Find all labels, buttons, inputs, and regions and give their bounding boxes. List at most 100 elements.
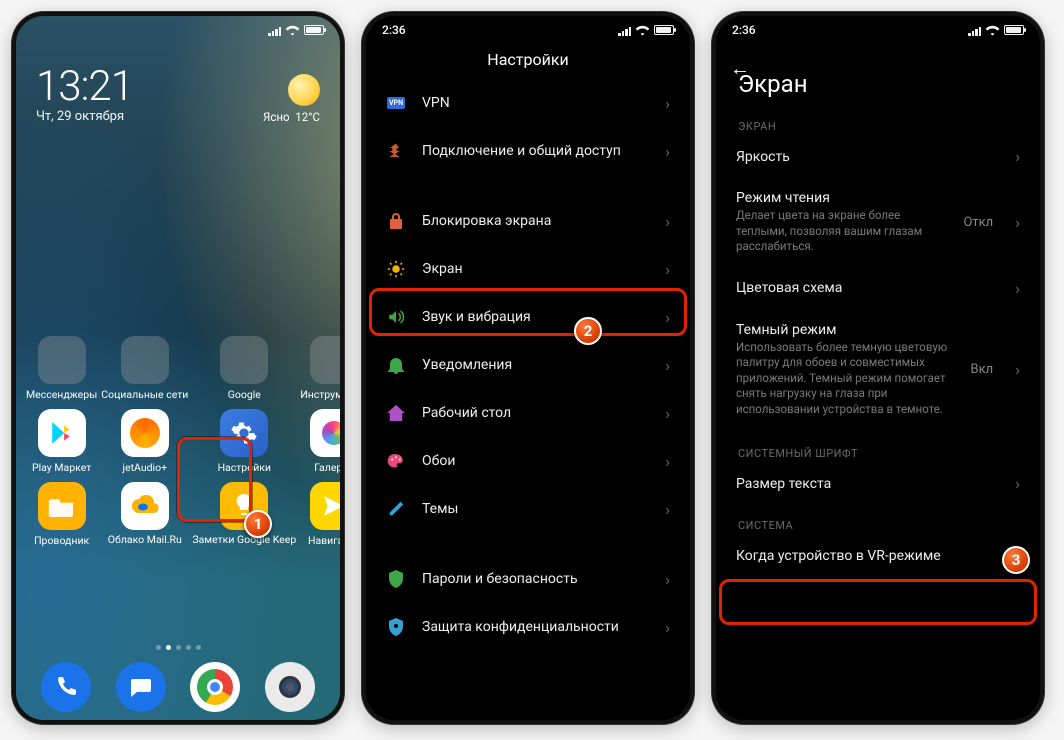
chevron-right-icon: › bbox=[1015, 279, 1020, 298]
dock bbox=[16, 662, 340, 712]
row-label: Размер текста bbox=[736, 476, 999, 492]
clock-date: Чт, 29 октября bbox=[36, 109, 133, 124]
settings-row-display[interactable]: Экран › bbox=[366, 245, 690, 293]
settings-row-vpn[interactable]: VPN VPN › bbox=[366, 79, 690, 127]
row-value: Вкл bbox=[971, 362, 994, 377]
row-label: Темы bbox=[422, 501, 649, 517]
wallpaper-icon bbox=[386, 451, 406, 471]
app-cloud-mailru[interactable]: Облако Mail.Ru bbox=[101, 482, 188, 547]
section-header: СИСТЕМНЫЙ ШРИФТ bbox=[716, 431, 1040, 464]
app-navigator[interactable]: Навигатор bbox=[300, 482, 344, 547]
row-color-scheme[interactable]: Цветовая схема › bbox=[716, 269, 1040, 308]
status-icons bbox=[268, 24, 324, 36]
row-label: Блокировка экрана bbox=[422, 213, 649, 229]
row-subtitle: Делает цвета на экране более теплыми, по… bbox=[736, 208, 947, 255]
settings-row-themes[interactable]: Темы › bbox=[366, 485, 690, 533]
status-bar bbox=[16, 16, 340, 42]
share-icon bbox=[386, 141, 406, 161]
annotation-outline-3 bbox=[719, 579, 1037, 625]
status-icons bbox=[618, 24, 674, 36]
chevron-right-icon: › bbox=[665, 94, 670, 113]
settings-row-notif[interactable]: Уведомления › bbox=[366, 341, 690, 389]
notification-icon bbox=[386, 355, 406, 375]
chevron-right-icon: › bbox=[665, 618, 670, 637]
row-label: Защита конфиденциальности bbox=[422, 619, 649, 635]
weather-sun-icon bbox=[288, 74, 320, 106]
vpn-icon: VPN bbox=[386, 93, 406, 113]
settings-row-share[interactable]: Подключение и общий доступ › bbox=[366, 127, 690, 175]
row-label: Темный режим bbox=[736, 322, 955, 338]
folder-messengers[interactable]: Мессенджеры bbox=[26, 336, 97, 401]
row-value: Откл bbox=[963, 215, 993, 230]
app-label: Инструменты bbox=[300, 388, 344, 401]
chevron-right-icon: › bbox=[1015, 474, 1020, 493]
folder-tools[interactable]: Инструменты bbox=[300, 336, 344, 401]
settings-row-privacy[interactable]: Защита конфиденциальности › bbox=[366, 603, 690, 651]
app-label: jetAudio+ bbox=[123, 461, 168, 474]
annotation-outline-2 bbox=[369, 288, 687, 336]
battery-icon bbox=[1004, 25, 1024, 35]
row-reading-mode[interactable]: Режим чтения Делает цвета на экране боле… bbox=[716, 176, 1040, 269]
row-vr-mode[interactable]: Когда устройство в VR-режиме › bbox=[716, 536, 1040, 575]
privacy-icon bbox=[386, 617, 406, 637]
back-button[interactable]: ← bbox=[730, 56, 750, 81]
row-label: VPN bbox=[422, 95, 649, 111]
page-indicator bbox=[16, 645, 340, 650]
folder-social[interactable]: Социальные сети bbox=[101, 336, 188, 401]
chevron-right-icon: › bbox=[665, 356, 670, 375]
row-text-size[interactable]: Размер текста › bbox=[716, 464, 1040, 503]
dock-messages[interactable] bbox=[116, 662, 166, 712]
settings-row-desktop[interactable]: Рабочий стол › bbox=[366, 389, 690, 437]
wifi-icon bbox=[285, 24, 300, 36]
settings-row-security[interactable]: Пароли и безопасность › bbox=[366, 555, 690, 603]
annotation-callout-1: 1 bbox=[244, 510, 272, 538]
dock-camera[interactable] bbox=[265, 662, 315, 712]
app-play-market[interactable]: Play Маркет bbox=[26, 409, 97, 474]
row-label: Пароли и безопасность bbox=[422, 571, 649, 587]
dock-phone[interactable] bbox=[41, 662, 91, 712]
page-title: Экран bbox=[716, 58, 1040, 104]
annotation-callout-2: 2 bbox=[574, 317, 602, 345]
app-explorer[interactable]: Проводник bbox=[26, 482, 97, 547]
phone-home: 13:21 Чт, 29 октября Ясно 12°C Мессендже… bbox=[12, 12, 344, 724]
app-jetaudio[interactable]: jetAudio+ bbox=[101, 409, 188, 474]
battery-icon bbox=[304, 25, 324, 35]
weather-widget[interactable]: Ясно 12°C bbox=[263, 74, 320, 124]
cell-signal-icon bbox=[968, 25, 981, 36]
settings-row-wallpaper[interactable]: Обои › bbox=[366, 437, 690, 485]
weather-temp: 12°C bbox=[295, 110, 320, 124]
battery-icon bbox=[654, 25, 674, 35]
clock-widget[interactable]: 13:21 Чт, 29 октября bbox=[36, 62, 133, 124]
row-brightness[interactable]: Яркость › bbox=[716, 137, 1040, 176]
chevron-right-icon: › bbox=[665, 142, 670, 161]
settings-row-lock[interactable]: Блокировка экрана › bbox=[366, 197, 690, 245]
row-dark-mode[interactable]: Темный режим Использовать более темную ц… bbox=[716, 308, 1040, 432]
dock-chrome[interactable] bbox=[190, 662, 240, 712]
status-bar: 2:36 bbox=[366, 16, 690, 42]
app-label: Социальные сети bbox=[101, 388, 188, 401]
cell-signal-icon bbox=[268, 25, 281, 36]
chevron-right-icon: › bbox=[665, 260, 670, 279]
chevron-right-icon: › bbox=[665, 404, 670, 423]
annotation-callout-3: 3 bbox=[1002, 546, 1030, 574]
annotation-outline-1 bbox=[177, 437, 252, 522]
lock-icon bbox=[386, 211, 406, 231]
chevron-right-icon: › bbox=[665, 570, 670, 589]
status-time: 2:36 bbox=[732, 23, 756, 37]
status-icons bbox=[968, 24, 1024, 36]
row-label: Экран bbox=[422, 261, 649, 277]
app-label: Play Маркет bbox=[32, 461, 91, 474]
app-gallery[interactable]: Галерея bbox=[300, 409, 344, 474]
phone-settings-list: 2:36 Настройки VPN VPN › Подключение и о… bbox=[362, 12, 694, 724]
settings-list: VPN VPN › Подключение и общий доступ › Б… bbox=[366, 79, 690, 651]
status-time: 2:36 bbox=[382, 23, 406, 37]
app-label: Навигатор bbox=[308, 534, 344, 547]
app-label: Проводник bbox=[34, 534, 89, 547]
row-label: Цветовая схема bbox=[736, 280, 999, 296]
folder-google[interactable]: Google bbox=[192, 336, 296, 401]
row-label: Уведомления bbox=[422, 357, 649, 373]
chevron-right-icon: › bbox=[665, 452, 670, 471]
home-icon bbox=[386, 403, 406, 423]
app-label: Галерея bbox=[314, 461, 344, 474]
chevron-right-icon: › bbox=[665, 500, 670, 519]
